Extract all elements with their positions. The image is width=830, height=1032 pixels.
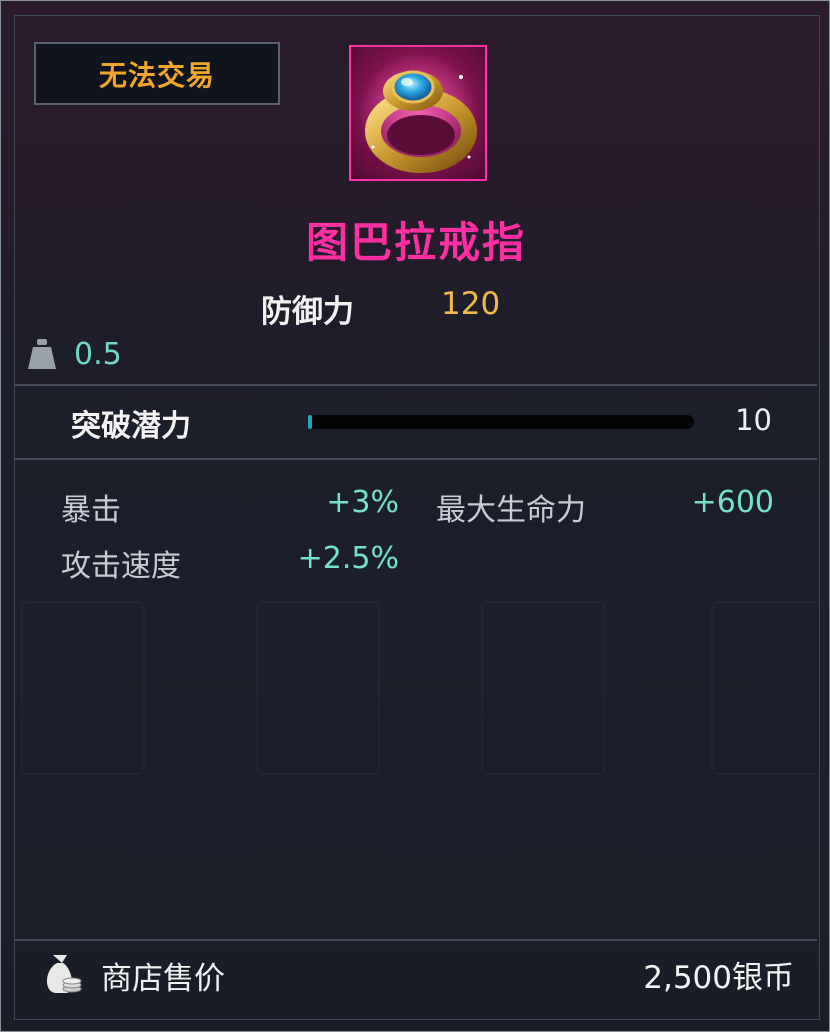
breakthrough-label: 突破潜力 bbox=[71, 409, 191, 444]
defense-label: 防御力 bbox=[261, 294, 354, 330]
shop-price-label: 商店售价 bbox=[101, 961, 225, 997]
weight-value: 0.5 bbox=[74, 337, 122, 372]
divider bbox=[15, 939, 817, 941]
shop-price-value: 2,500银币 bbox=[643, 960, 794, 996]
stat-value-attack-speed: +2.5% bbox=[297, 541, 399, 576]
stat-label-crit: 暴击 bbox=[61, 493, 121, 528]
defense-value: 120 bbox=[441, 286, 501, 322]
item-name: 图巴拉戒指 bbox=[305, 218, 526, 267]
untradeable-badge: 无法交易 bbox=[34, 42, 280, 105]
item-tooltip-panel: 无法交易 图巴拉戒指 防御力 120 0.5 突破潜力 10 暴击 +3% 最大… bbox=[0, 0, 830, 1032]
ring-icon bbox=[349, 45, 487, 181]
weight-icon bbox=[27, 337, 57, 371]
stat-label-max-hp: 最大生命力 bbox=[436, 493, 586, 528]
breakthrough-progress-fill bbox=[308, 415, 312, 429]
stat-label-attack-speed: 攻击速度 bbox=[61, 549, 181, 584]
breakthrough-value: 10 bbox=[735, 403, 772, 437]
stat-value-max-hp: +600 bbox=[691, 485, 774, 520]
divider bbox=[15, 458, 817, 460]
divider bbox=[15, 384, 817, 386]
breakthrough-progress-bar bbox=[308, 415, 694, 429]
stat-value-crit: +3% bbox=[326, 485, 399, 520]
money-bag-icon bbox=[41, 951, 83, 995]
